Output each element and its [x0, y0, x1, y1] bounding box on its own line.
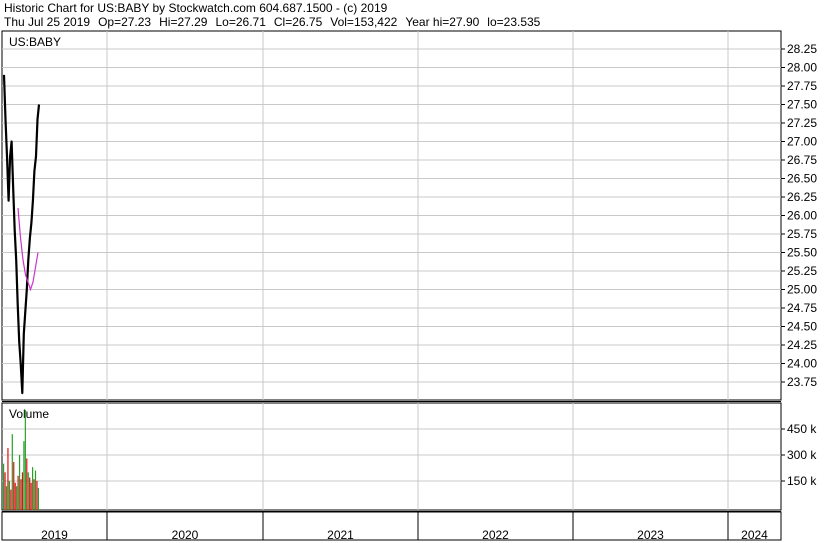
x-tick-label: 2020 [172, 528, 199, 542]
price-tick-label: 27.25 [787, 116, 817, 130]
volume-panel-frame [1, 402, 782, 511]
volume-bar [7, 448, 9, 510]
stock-chart: 28.25 28.00 27.75 27.50 27.25 27.00 26.75 26.50… [1, 30, 817, 542]
price-tick-label: 27.75 [787, 79, 817, 93]
volume-bar [20, 479, 22, 510]
volume-bar [11, 434, 13, 510]
volume-bar [33, 479, 35, 510]
price-tick-label: 25.75 [787, 227, 817, 241]
volume-bar [37, 487, 39, 510]
volume-bar [21, 472, 24, 510]
volume-bar [13, 461, 15, 510]
price-tick-label: 23.75 [787, 375, 817, 389]
price-tick-label: 24.00 [787, 357, 817, 371]
volume-tick-label: 450 k [787, 422, 817, 436]
price-tick-label: 28.00 [787, 61, 817, 75]
price-tick-label: 25.00 [787, 283, 817, 297]
volume-tick-label: 150 k [787, 474, 817, 488]
volume-bar [18, 455, 21, 510]
volume-bar [36, 481, 38, 510]
price-tick-label: 26.75 [787, 153, 817, 167]
volume-bar [30, 482, 32, 510]
volume-tick-label: 300 k [787, 448, 817, 462]
x-tick-label: 2023 [637, 528, 664, 542]
x-tick-label: 2024 [741, 528, 768, 542]
price-tick-label: 24.50 [787, 320, 817, 334]
volume-bar [4, 472, 6, 510]
price-tick-label: 27.00 [787, 135, 817, 149]
price-tick-label: 27.50 [787, 98, 817, 112]
price-tick-label: 28.25 [787, 42, 817, 56]
price-tick-label: 24.25 [787, 338, 817, 352]
volume-bar [16, 486, 18, 510]
x-tick-label: 2022 [482, 528, 509, 542]
volume-bar [24, 409, 26, 510]
volume-bar [34, 470, 37, 510]
price-tick-label: 26.25 [787, 190, 817, 204]
volume-panel-label: Volume [9, 407, 49, 421]
volume-bar [23, 441, 25, 510]
volume-bar [17, 475, 19, 510]
price-tick-label: 25.50 [787, 246, 817, 260]
price-tick-label: 26.50 [787, 172, 817, 186]
price-tick-label: 26.00 [787, 209, 817, 223]
volume-bar [14, 482, 16, 510]
x-tick-label: 2021 [327, 528, 354, 542]
x-axis-frame [1, 511, 782, 541]
volume-bar [3, 463, 5, 510]
volume-bar [26, 458, 28, 510]
price-panel-label: US:BABY [9, 35, 61, 49]
volume-bar [10, 489, 12, 510]
volume-bar [29, 477, 31, 510]
price-tick-label: 24.75 [787, 301, 817, 315]
volume-bar [8, 481, 10, 510]
x-tick-label: 2019 [41, 528, 68, 542]
price-tick-label: 25.25 [787, 264, 817, 278]
volume-bar [27, 472, 29, 510]
volume-bar [5, 486, 8, 510]
volume-bar [32, 467, 34, 510]
